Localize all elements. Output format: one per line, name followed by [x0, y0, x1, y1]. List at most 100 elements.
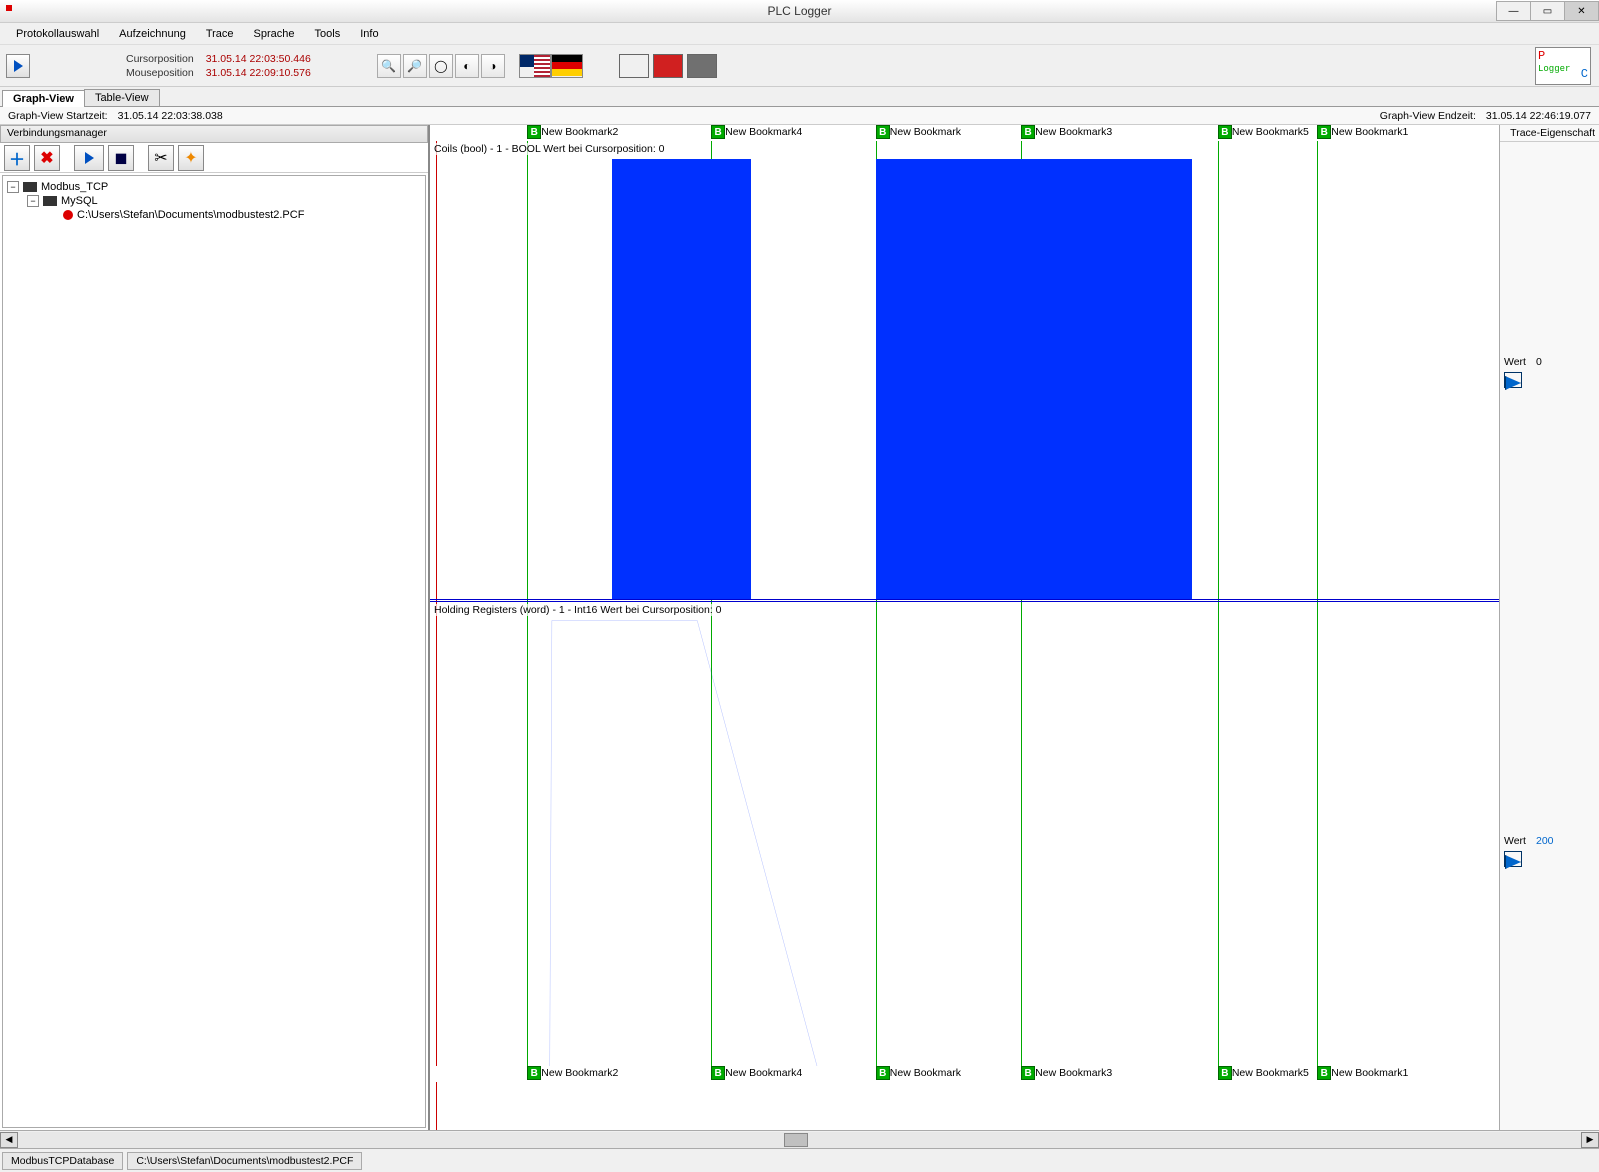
zoom-fit-button[interactable]: ◯ [429, 54, 453, 78]
bookmark-icon: B [876, 1066, 890, 1080]
tools-button[interactable]: ✂ [148, 145, 174, 171]
nav-prev-button[interactable]: ◐ [455, 54, 479, 78]
start-time-label: Graph-View Startzeit: [8, 110, 108, 122]
bookmark-label: New Bookmark2 [541, 126, 618, 138]
language-group [519, 54, 583, 78]
statusbar: ModbusTCPDatabase C:\Users\Stefan\Docume… [0, 1148, 1599, 1172]
menu-protokollauswahl[interactable]: Protokollauswahl [6, 25, 109, 43]
graph-area: BNew Bookmark2BNew Bookmark4BNew Bookmar… [430, 125, 1599, 1130]
bookmark-label: New Bookmark3 [1035, 1067, 1112, 1079]
tree-node-leaf[interactable]: C:\Users\Stefan\Documents\modbustest2.PC… [47, 208, 421, 222]
bookmark-0[interactable]: BNew Bookmark2 [527, 125, 618, 139]
bookmark-label: New Bookmark1 [1331, 1067, 1408, 1079]
sidebar: Verbindungsmanager ＋ ✖ ◼ ✂ ✦ − Modbus_TC… [0, 125, 430, 1130]
add-connection-button[interactable]: ＋ [4, 145, 30, 171]
connection-tree[interactable]: − Modbus_TCP − MySQL C:\Users\Stefan\Doc… [2, 175, 426, 1128]
clear-button[interactable]: ✦ [178, 145, 204, 171]
graph-main[interactable]: BNew Bookmark2BNew Bookmark4BNew Bookmar… [430, 125, 1499, 1130]
bookmark-icon: B [1218, 1066, 1232, 1080]
bookmark-1[interactable]: BNew Bookmark4 [711, 125, 802, 139]
menu-sprache[interactable]: Sprache [244, 25, 305, 43]
bookmark-label: New Bookmark4 [725, 126, 802, 138]
menu-tools[interactable]: Tools [305, 25, 351, 43]
menu-aufzeichnung[interactable]: Aufzeichnung [109, 25, 196, 43]
chart-coils-label: Coils (bool) - 1 - BOOL Wert bei Cursorp… [434, 143, 665, 155]
trace-prop-section-2: Wert 200 [1500, 636, 1599, 1130]
bookmark-icon: B [1021, 125, 1035, 139]
close-button[interactable]: ✕ [1564, 1, 1599, 21]
play-icon [1505, 855, 1521, 869]
run-button[interactable] [6, 54, 30, 78]
bookmark-0[interactable]: BNew Bookmark2 [527, 1066, 618, 1080]
color-swatch-2[interactable] [653, 54, 683, 78]
chart-pane-coils[interactable]: Coils (bool) - 1 - BOOL Wert bei Cursorp… [430, 141, 1499, 601]
bookmark-1[interactable]: BNew Bookmark4 [711, 1066, 802, 1080]
stop-record-button[interactable]: ◼ [108, 145, 134, 171]
menu-trace[interactable]: Trace [196, 25, 244, 43]
nav-next-button[interactable]: ◑ [481, 54, 505, 78]
scroll-track[interactable] [18, 1132, 1581, 1148]
scroll-left-button[interactable]: ◀ [0, 1132, 18, 1148]
bookmark-label: New Bookmark4 [725, 1067, 802, 1079]
menu-info[interactable]: Info [350, 25, 388, 43]
start-time-value: 31.05.14 22:03:38.038 [118, 110, 223, 122]
line-chart-svg [430, 602, 1499, 1066]
end-time-label: Graph-View Endzeit: [1380, 110, 1476, 122]
lang-de-button[interactable] [551, 54, 583, 78]
trace-prop-section-1: Wert 0 [1500, 142, 1599, 636]
minimize-button[interactable]: — [1496, 1, 1531, 21]
us-flag-icon [520, 55, 534, 67]
bookmark-3[interactable]: BNew Bookmark3 [1021, 1066, 1112, 1080]
bookmark-4[interactable]: BNew Bookmark5 [1218, 125, 1309, 139]
bookmark-label: New Bookmark [890, 126, 961, 138]
bookmark-vline-5 [1317, 141, 1318, 601]
horizontal-scrollbar[interactable]: ◀ ▶ [0, 1130, 1599, 1148]
bookmark-label: New Bookmark5 [1232, 1067, 1309, 1079]
bookmark-icon: B [527, 125, 541, 139]
lang-en-button[interactable] [519, 54, 551, 78]
chart-pane-holding[interactable]: Holding Registers (word) - 1 - Int16 Wer… [430, 601, 1499, 1066]
bookmark-3[interactable]: BNew Bookmark3 [1021, 125, 1112, 139]
trace-properties-header: Trace-Eigenschaft [1500, 125, 1599, 142]
wert-label-2: Wert [1504, 835, 1526, 847]
cursor-pos-value: 31.05.14 22:03:50.446 [206, 53, 311, 65]
app-logo: P Logger C [1535, 47, 1591, 85]
tab-graph-view[interactable]: Graph-View [2, 90, 85, 107]
color-swatch-3[interactable] [687, 54, 717, 78]
cursor-info: Cursorposition 31.05.14 22:03:50.446 Mou… [126, 53, 311, 79]
zoom-out-button[interactable]: 🔎 [403, 54, 427, 78]
bookmark-label: New Bookmark [890, 1067, 961, 1079]
zoom-in-button[interactable]: 🔍 [377, 54, 401, 78]
bookmark-label: New Bookmark2 [541, 1067, 618, 1079]
bool-high-block-1 [876, 159, 1192, 599]
start-record-button[interactable] [74, 145, 104, 171]
file-icon [63, 210, 73, 220]
tree-node-root[interactable]: − Modbus_TCP [7, 180, 421, 194]
bookmark-5[interactable]: BNew Bookmark1 [1317, 125, 1408, 139]
color-swatch-1[interactable] [619, 54, 649, 78]
expand-icon[interactable]: − [27, 195, 39, 207]
bookmark-2[interactable]: BNew Bookmark [876, 1066, 961, 1080]
scroll-thumb[interactable] [784, 1133, 808, 1147]
time-info-row: Graph-View Startzeit: 31.05.14 22:03:38.… [0, 107, 1599, 125]
bookmark-2[interactable]: BNew Bookmark [876, 125, 961, 139]
bookmark-5[interactable]: BNew Bookmark1 [1317, 1066, 1408, 1080]
cursor-pos-label: Cursorposition [126, 53, 194, 65]
expand-icon[interactable]: − [7, 181, 19, 193]
scroll-right-button[interactable]: ▶ [1581, 1132, 1599, 1148]
database-icon [43, 196, 57, 206]
bookmark-icon: B [1317, 125, 1331, 139]
trace-properties-panel: Trace-Eigenschaft Wert 0 Wert 200 [1499, 125, 1599, 1130]
menubar: Protokollauswahl Aufzeichnung Trace Spra… [0, 23, 1599, 45]
delete-connection-button[interactable]: ✖ [34, 145, 60, 171]
bookmark-4[interactable]: BNew Bookmark5 [1218, 1066, 1309, 1080]
tab-table-view[interactable]: Table-View [84, 89, 160, 106]
trace-play-button-2[interactable] [1504, 851, 1522, 867]
maximize-button[interactable]: ▭ [1530, 1, 1565, 21]
mouse-pos-label: Mouseposition [126, 67, 194, 79]
bool-high-block-0 [612, 159, 751, 599]
trace-play-button-1[interactable] [1504, 372, 1522, 388]
titlebar: PLC Logger — ▭ ✕ [0, 0, 1599, 23]
bookmark-strip-bottom: BNew Bookmark2BNew Bookmark4BNew Bookmar… [430, 1066, 1499, 1082]
tree-node-child[interactable]: − MySQL [27, 194, 421, 208]
